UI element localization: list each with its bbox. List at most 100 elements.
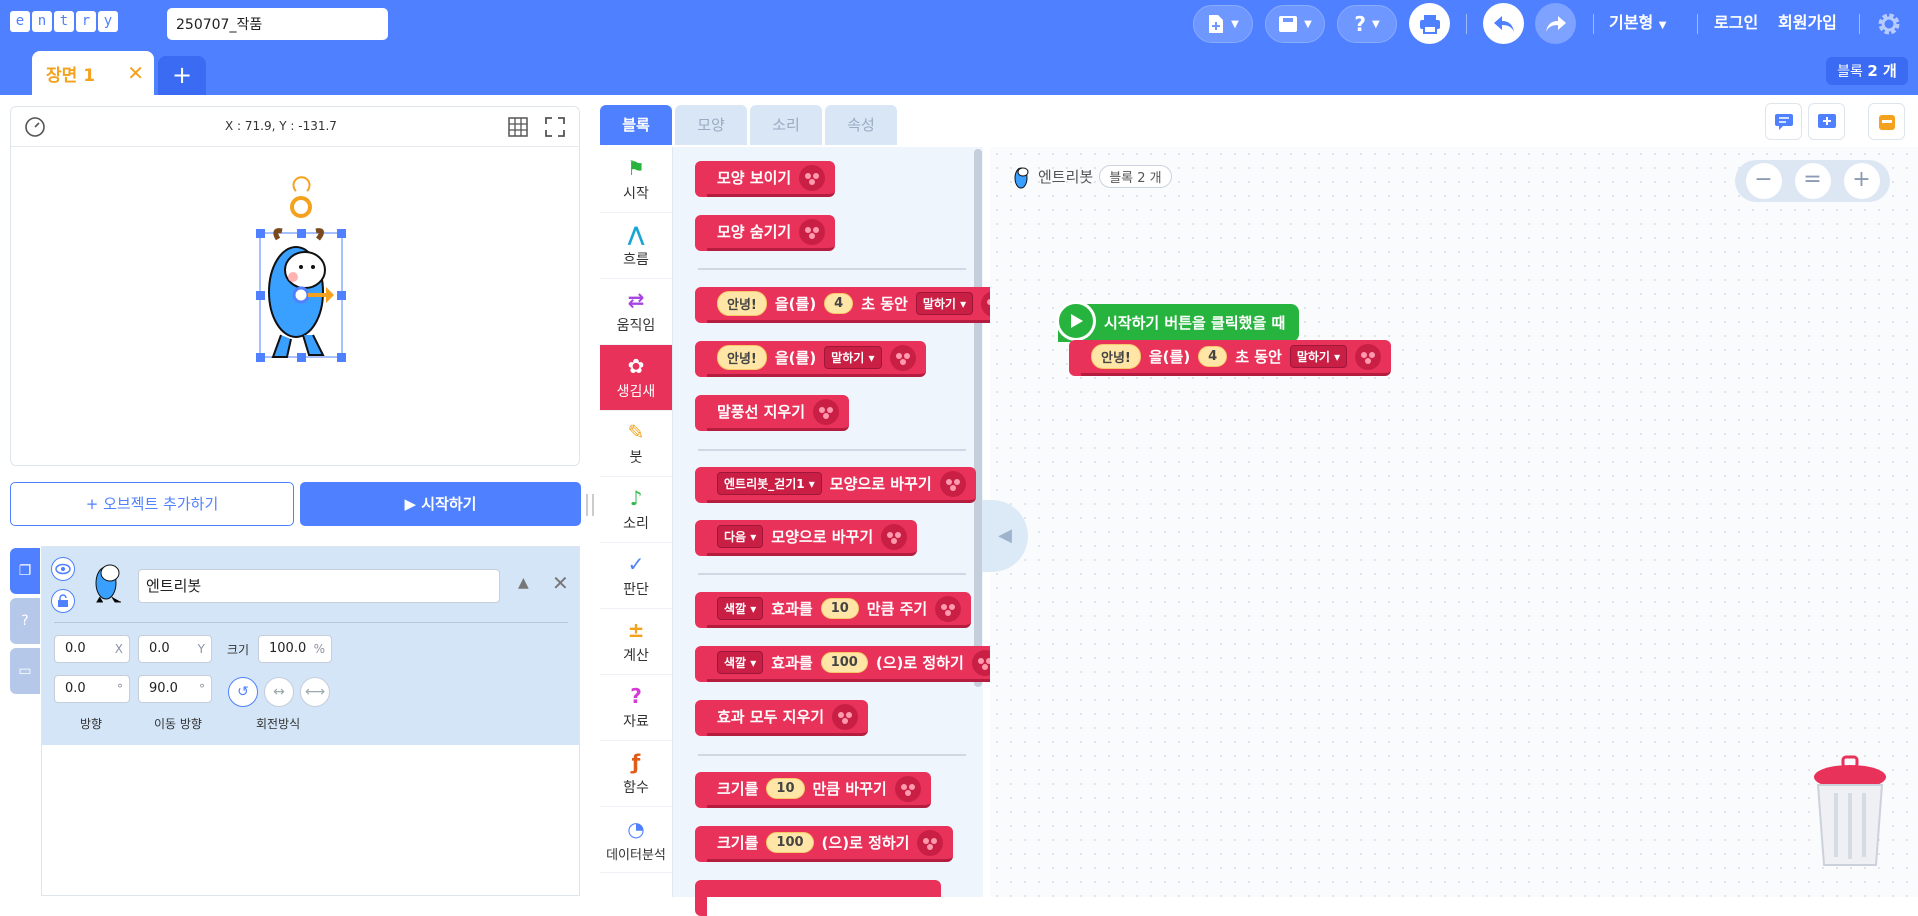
palette-scrollbar[interactable] [974,149,982,687]
add-comment-button[interactable] [1808,103,1845,140]
object-name-field[interactable]: 엔트리봇 [138,569,500,603]
entry-logo[interactable]: e n t r y [10,11,118,32]
start-button[interactable]: ▶ 시작하기 [300,482,581,526]
lock-toggle[interactable] [51,589,75,613]
rotate-horizontal-button[interactable]: ↔ [264,677,294,707]
mode-dropdown[interactable]: 말하기 [824,346,882,369]
undo-button[interactable] [1483,3,1524,44]
block-say[interactable]: 안녕! 을(를) 말하기 [695,341,926,377]
mode-dropdown[interactable]: 말하기 [915,292,974,315]
collapse-arrow-icon[interactable]: ▲ [518,575,529,591]
resize-handle[interactable] [586,494,594,516]
size-field[interactable]: 100.0% [258,635,332,663]
block-change-shape[interactable]: 엔트리봇_걷기1 모양으로 바꾸기 [695,467,976,503]
signup-link[interactable]: 회원가입 [1778,11,1837,35]
category-brush[interactable]: ✎ 붓 [600,411,672,477]
category-looks[interactable]: ✿ 생김새 [600,345,672,411]
zoom-in-button[interactable]: + [1843,163,1880,199]
category-judge[interactable]: ✓ 판단 [600,543,672,609]
redo-button[interactable] [1535,3,1576,44]
block-effect-add[interactable]: 색깔 효과를 10 만큼 주기 [694,592,972,628]
backpack-button[interactable] [1868,103,1905,140]
tab-help[interactable]: ? [10,598,40,644]
block-size-change[interactable]: 크기를 10 만큼 바꾸기 [695,772,931,808]
print-button[interactable] [1409,3,1450,44]
x-position-field[interactable]: 0.0 X [54,635,130,663]
text-input[interactable]: 안녕! [717,291,767,316]
number-input[interactable]: 4 [1198,346,1228,367]
effect-dropdown[interactable]: 색깔 [717,597,764,620]
move-direction-field[interactable]: 90.0 ° [138,675,212,703]
number-input[interactable]: 4 [824,293,854,314]
tab-scene-1[interactable]: 장면 1 ✕ [32,51,154,95]
category-label: 시작 [623,186,649,202]
entrybot-sprite[interactable] [241,167,361,387]
login-link[interactable]: 로그인 [1714,11,1758,35]
block-effect-clear[interactable]: 효과 모두 지우기 [694,700,869,736]
block-size-set[interactable]: 크기를 100 (으)로 정하기 [694,826,954,862]
looks-icon [939,470,966,497]
speed-icon[interactable] [24,116,46,138]
category-calc[interactable]: ± 계산 [600,609,672,675]
block-effect-set[interactable]: 색깔 효과를 100 (으)로 정하기 [695,646,1008,682]
code-workspace[interactable] [990,147,1918,897]
shape-dropdown[interactable]: 다음 [717,525,764,548]
x-value: 0.0 [65,641,86,656]
category-data[interactable]: ? 자료 [600,675,672,741]
rotate-free-button[interactable]: ↺ [228,677,258,707]
new-file-button[interactable]: ▼ [1193,5,1253,43]
gear-icon[interactable] [1876,11,1902,37]
direction-field[interactable]: 0.0 ° [54,675,130,703]
tab-shapes[interactable]: 모양 [675,105,747,145]
mode-dropdown[interactable]: 말하기 [1289,345,1348,368]
help-button[interactable]: ? ▼ [1337,5,1397,43]
effect-dropdown[interactable]: 색깔 [717,651,764,674]
number-input[interactable]: 100 [766,832,814,853]
shape-dropdown[interactable]: 엔트리봇_걷기1 [717,472,822,495]
visibility-toggle[interactable] [51,557,75,581]
y-position-field[interactable]: 0.0 Y [138,635,212,663]
rotate-none-button[interactable]: ⟷ [300,677,330,707]
tab-blocks[interactable]: 블록 [600,105,672,145]
category-function[interactable]: ƒ 함수 [600,741,672,807]
trash-icon[interactable] [1810,755,1890,870]
object-card[interactable]: 엔트리봇 ▲ ✕ 0.0 X 0.0 Y 크기 100.0% 0.0 ° 90.0 ° … [42,547,579,745]
mode-select[interactable]: 기본형 ▼ [1609,11,1666,38]
zoom-out-button[interactable]: − [1745,163,1782,199]
block-hide[interactable]: 모양 숨기기 [694,215,836,251]
close-icon[interactable]: ✕ [127,61,144,85]
close-icon[interactable]: ✕ [552,571,569,595]
grid-icon[interactable] [508,117,528,137]
category-move[interactable]: ⇄ 움직임 [600,279,672,345]
category-start[interactable]: ⚑ 시작 [600,147,672,213]
text-input[interactable]: 안녕! [717,345,767,370]
save-button[interactable]: ▼ [1265,5,1325,43]
tab-properties[interactable]: 속성 [825,105,897,145]
block-clear-bubble[interactable]: 말풍선 지우기 [694,395,850,431]
tab-sounds[interactable]: 소리 [750,105,822,145]
tab-objects[interactable]: ❐ [10,548,40,594]
project-title-input[interactable] [167,8,388,40]
workspace-say-block[interactable]: 안녕! 을(를) 4 초 동안 말하기 [1068,340,1392,376]
category-flow[interactable]: ⋀ 흐름 [600,213,672,279]
start-event-block[interactable]: 시작하기 버튼을 클릭했을 때 [1056,301,1300,342]
block-say-timed[interactable]: 안녕! 을(를) 4 초 동안 말하기 [694,287,1018,323]
add-object-button[interactable]: + 오브젝트 추가하기 [10,482,294,526]
looks-icon [889,344,916,371]
zoom-reset-button[interactable]: = [1794,163,1831,199]
tab-console[interactable]: ▭ [10,648,40,694]
category-data-analysis[interactable]: ◔ 데이터분석 [600,807,672,873]
comment-button[interactable] [1765,103,1802,140]
add-scene-button[interactable]: + [158,56,206,95]
category-sound[interactable]: ♪ 소리 [600,477,672,543]
number-input[interactable]: 10 [820,598,859,619]
fullscreen-icon[interactable] [545,117,565,137]
number-input[interactable]: 100 [820,652,868,673]
block-next-shape[interactable]: 다음 모양으로 바꾸기 [694,520,918,556]
number-input[interactable]: 10 [766,778,805,799]
text-input[interactable]: 안녕! [1091,344,1141,369]
block-show[interactable]: 모양 보이기 [694,161,836,197]
divider [698,573,966,575]
block-partial[interactable] [695,880,941,916]
block-text: 만큼 주기 [866,600,928,618]
